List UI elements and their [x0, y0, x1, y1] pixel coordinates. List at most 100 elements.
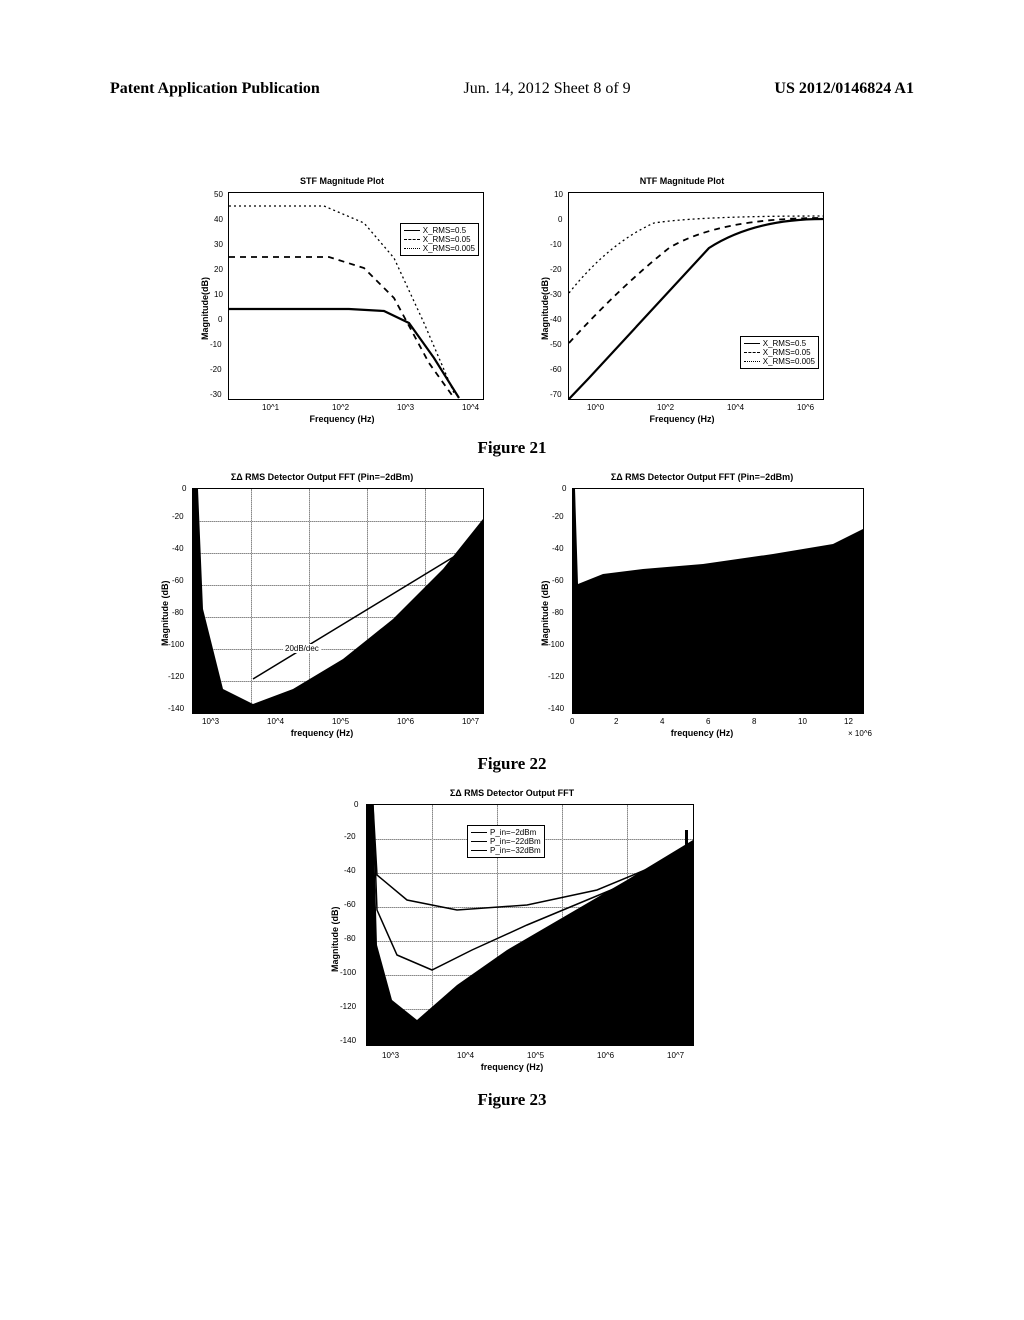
fig21-ntf-plot: NTF Magnitude Plot X_RMS=0.5 X_RMS=0.05 … [532, 190, 832, 430]
legend-label: X_RMS=0.005 [763, 357, 815, 366]
legend-label: P_in=−32dBm [490, 846, 541, 855]
figure-21-row: STF Magnitude Plot X_RMS=0.5 X_RMS=0.05 … [100, 190, 924, 430]
tick: 10^4 [457, 1051, 474, 1060]
tick: -30 [550, 290, 562, 299]
fig22-left-title: ΣΔ RMS Detector Output FFT (Pin=−2dBm) [152, 472, 492, 482]
fig21-stf-legend: X_RMS=0.5 X_RMS=0.05 X_RMS=0.005 [400, 223, 479, 256]
tick: 10^6 [397, 717, 414, 726]
fig22-right-title: ΣΔ RMS Detector Output FFT (Pin=−2dBm) [532, 472, 872, 482]
tick: -20 [344, 832, 356, 841]
header-mid: Jun. 14, 2012 Sheet 8 of 9 [464, 80, 631, 98]
tick: -100 [340, 968, 356, 977]
tick: -80 [552, 608, 564, 617]
tick: 10^7 [462, 717, 479, 726]
fig23-ylabel: Magnitude (dB) [330, 907, 340, 973]
tick: -120 [168, 672, 184, 681]
tick: 10^1 [262, 403, 279, 412]
header-right: US 2012/0146824 A1 [774, 80, 914, 98]
tick: -140 [340, 1036, 356, 1045]
fig23-plot: ΣΔ RMS Detector Output FFT [322, 802, 702, 1082]
tick: -50 [550, 340, 562, 349]
legend-label: P_in=−22dBm [490, 837, 541, 846]
tick: 0 [562, 484, 566, 493]
fig22-left-ylabel: Magnitude (dB) [160, 581, 170, 647]
tick: 0 [570, 717, 574, 726]
fig23-title: ΣΔ RMS Detector Output FFT [322, 788, 702, 798]
tick: 0 [218, 315, 222, 324]
tick: 0 [354, 800, 358, 809]
fig21-ntf-ylabel: Magnitude(dB) [540, 277, 550, 340]
fig22-right-ylabel: Magnitude (dB) [540, 581, 550, 647]
page-header: Patent Application Publication Jun. 14, … [110, 80, 914, 98]
tick: 8 [752, 717, 756, 726]
fig22-left-svg [193, 489, 483, 713]
legend-label: X_RMS=0.05 [763, 348, 811, 357]
tick: 0 [182, 484, 186, 493]
tick: -100 [548, 640, 564, 649]
fig22-annot: 20dB/dec [283, 644, 321, 653]
fig21-stf-ylabel: Magnitude(dB) [200, 277, 210, 340]
tick: -70 [550, 390, 562, 399]
tick: 10^5 [332, 717, 349, 726]
tick: -10 [550, 240, 562, 249]
content: STF Magnitude Plot X_RMS=0.5 X_RMS=0.05 … [100, 190, 924, 1138]
legend-label: X_RMS=0.5 [763, 339, 806, 348]
tick: 10^4 [267, 717, 284, 726]
tick: -40 [172, 544, 184, 553]
fig21-stf-xlabel: Frequency (Hz) [192, 414, 492, 424]
figure-23-row: ΣΔ RMS Detector Output FFT [100, 802, 924, 1082]
tick: -40 [344, 866, 356, 875]
tick: -60 [552, 576, 564, 585]
tick: 10 [554, 190, 563, 199]
tick: -10 [210, 340, 222, 349]
tick: 2 [614, 717, 618, 726]
tick: -60 [550, 365, 562, 374]
legend-label: X_RMS=0.005 [423, 244, 475, 253]
tick: -140 [168, 704, 184, 713]
axis-box: X_RMS=0.5 X_RMS=0.05 X_RMS=0.005 [228, 192, 484, 400]
tick: 10^6 [797, 403, 814, 412]
tick: -100 [168, 640, 184, 649]
fig21-ntf-legend: X_RMS=0.5 X_RMS=0.05 X_RMS=0.005 [740, 336, 819, 369]
fig21-caption: Figure 21 [100, 438, 924, 458]
fig22-right-xlabel: frequency (Hz) [532, 728, 872, 738]
tick: -30 [210, 390, 222, 399]
tick: 10^5 [527, 1051, 544, 1060]
tick: -80 [344, 934, 356, 943]
tick: -40 [550, 315, 562, 324]
tick: 10^6 [597, 1051, 614, 1060]
legend-label: X_RMS=0.05 [423, 235, 471, 244]
tick: 10 [214, 290, 223, 299]
fig22-caption: Figure 22 [100, 754, 924, 774]
fig21-stf-plot: STF Magnitude Plot X_RMS=0.5 X_RMS=0.05 … [192, 190, 492, 430]
fig23-legend: P_in=−2dBm P_in=−22dBm P_in=−32dBm [467, 825, 545, 858]
tick: 30 [214, 240, 223, 249]
tick: -80 [172, 608, 184, 617]
tick: 10^2 [332, 403, 349, 412]
fig22-fft-lin: ΣΔ RMS Detector Output FFT (Pin=−2dBm) M… [532, 486, 872, 746]
tick: 20 [214, 265, 223, 274]
tick: -60 [172, 576, 184, 585]
header-left: Patent Application Publication [110, 80, 320, 98]
tick: 10^3 [382, 1051, 399, 1060]
axis-box: P_in=−2dBm P_in=−22dBm P_in=−32dBm [366, 804, 694, 1046]
tick: 10^3 [397, 403, 414, 412]
tick: 10^4 [462, 403, 479, 412]
axis-box: X_RMS=0.5 X_RMS=0.05 X_RMS=0.005 [568, 192, 824, 400]
tick: 40 [214, 215, 223, 224]
tick: 10^4 [727, 403, 744, 412]
tick: 4 [660, 717, 664, 726]
tick: -60 [344, 900, 356, 909]
legend-label: P_in=−2dBm [490, 828, 536, 837]
legend-label: X_RMS=0.5 [423, 226, 466, 235]
tick: -120 [548, 672, 564, 681]
tick: -120 [340, 1002, 356, 1011]
xscale: × 10^6 [848, 729, 872, 738]
figure-22-row: ΣΔ RMS Detector Output FFT (Pin=−2dBm) [100, 486, 924, 746]
fig22-left-xlabel: frequency (Hz) [152, 728, 492, 738]
tick: -20 [210, 365, 222, 374]
tick: -20 [552, 512, 564, 521]
tick: 10^0 [587, 403, 604, 412]
axis-box: 20dB/dec [192, 488, 484, 714]
tick: 50 [214, 190, 223, 199]
